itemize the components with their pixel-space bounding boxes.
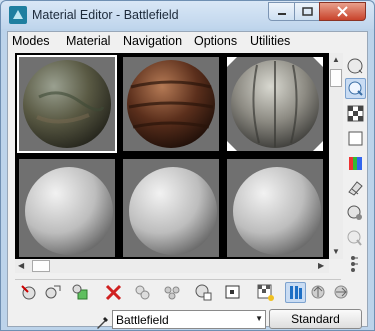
scroll-down-icon[interactable]: ▼ — [332, 247, 340, 256]
go-forward-button[interactable] — [331, 282, 352, 303]
options-icon — [347, 205, 362, 220]
reset-map-icon — [105, 284, 122, 301]
show-end-result-button[interactable] — [285, 282, 306, 303]
put-to-library-button[interactable] — [162, 282, 183, 303]
title-bar[interactable]: Material Editor - Battlefield — [1, 1, 374, 29]
sample-slots-grid — [15, 53, 329, 259]
reset-map-button[interactable] — [103, 282, 124, 303]
material-map-navigator-button[interactable] — [345, 253, 366, 274]
make-preview-button[interactable] — [345, 178, 366, 199]
go-to-parent-button[interactable] — [308, 282, 329, 303]
material-sphere-rust — [123, 57, 219, 151]
backlight-button[interactable] — [345, 78, 366, 99]
show-end-result-icon — [290, 286, 302, 299]
maximize-icon — [302, 7, 313, 16]
show-shaded-material-icon — [257, 284, 274, 301]
go-to-parent-icon — [311, 285, 325, 299]
make-preview-icon — [348, 181, 363, 196]
sample-type-button[interactable] — [345, 56, 366, 77]
material-type-button[interactable]: Standard — [269, 309, 362, 329]
menu-navigation[interactable]: Navigation — [123, 34, 182, 48]
sample-slot-4[interactable] — [17, 157, 117, 257]
window-title: Material Editor - Battlefield — [32, 8, 179, 22]
toolbar-separator — [15, 279, 341, 280]
video-color-check-icon — [349, 157, 362, 170]
put-to-scene-icon — [45, 285, 61, 299]
uv-tiling-button[interactable] — [345, 128, 366, 149]
editor-client-area: Modes Material Navigation Options Utilit… — [7, 31, 368, 329]
menu-modes[interactable]: Modes — [12, 34, 50, 48]
video-color-check-button[interactable] — [345, 153, 366, 174]
sample-slot-3[interactable] — [225, 55, 325, 153]
show-shaded-material-button[interactable] — [255, 282, 276, 303]
options-button[interactable] — [345, 203, 366, 224]
make-unique-button[interactable] — [132, 282, 153, 303]
close-icon — [337, 6, 348, 17]
uv-tiling-icon — [348, 131, 363, 146]
slots-horizontal-scrollbar[interactable]: ◀ ▶ — [15, 259, 329, 273]
make-unique-icon — [135, 285, 150, 300]
assign-to-selection-icon — [72, 284, 88, 300]
chevron-down-icon[interactable]: ▼ — [255, 314, 263, 323]
material-editor-window: Material Editor - Battlefield Modes Mate… — [0, 0, 375, 331]
get-material-button[interactable] — [19, 282, 40, 303]
vertical-scroll-thumb[interactable] — [330, 69, 342, 87]
menu-material[interactable]: Material — [66, 34, 110, 48]
horizontal-scroll-thumb[interactable] — [32, 260, 50, 272]
menu-options[interactable]: Options — [194, 34, 237, 48]
assign-to-selection-button[interactable] — [70, 282, 91, 303]
scroll-right-icon[interactable]: ▶ — [318, 261, 324, 270]
show-map-in-viewport-button[interactable] — [223, 282, 244, 303]
sample-type-icon — [347, 58, 363, 74]
select-by-material-button[interactable] — [345, 228, 366, 249]
material-name-input[interactable] — [116, 312, 246, 327]
scroll-up-icon[interactable]: ▲ — [332, 55, 340, 64]
material-id-channel-button[interactable] — [193, 282, 214, 303]
menu-bar: Modes Material Navigation Options Utilit… — [8, 32, 367, 51]
material-sphere-rock — [19, 57, 115, 151]
material-sphere-default — [123, 159, 219, 257]
material-map-navigator-icon — [351, 256, 358, 272]
backlight-icon — [348, 81, 363, 96]
material-sphere-default — [227, 159, 323, 257]
sample-slot-1[interactable] — [17, 55, 117, 153]
select-by-material-icon — [347, 230, 362, 246]
eyedropper-icon[interactable] — [94, 313, 112, 331]
show-map-in-viewport-icon — [225, 285, 240, 299]
bottom-toolbar — [15, 282, 355, 306]
scroll-left-icon[interactable]: ◀ — [18, 261, 24, 270]
side-toolbar — [343, 53, 367, 299]
go-forward-icon — [334, 285, 348, 299]
put-to-library-icon — [164, 286, 180, 300]
get-material-icon — [21, 285, 36, 300]
background-icon — [347, 105, 364, 122]
3dsmax-app-icon — [9, 6, 27, 24]
background-button[interactable] — [345, 103, 366, 124]
sample-slot-6[interactable] — [225, 157, 325, 257]
material-id-channel-icon — [195, 284, 212, 301]
sample-slot-5[interactable] — [121, 157, 221, 257]
material-sphere-wood — [227, 57, 323, 151]
material-name-field[interactable]: ▼ — [112, 310, 266, 329]
sample-slot-2[interactable] — [121, 55, 221, 153]
minimize-icon — [278, 13, 286, 15]
put-to-scene-button[interactable] — [42, 282, 63, 303]
slots-vertical-scrollbar[interactable]: ▲ ▼ — [329, 53, 343, 259]
material-sphere-default — [19, 159, 115, 257]
menu-utilities[interactable]: Utilities — [250, 34, 290, 48]
close-button[interactable] — [319, 2, 366, 21]
maximize-button[interactable] — [294, 2, 320, 21]
minimize-button[interactable] — [268, 2, 295, 21]
